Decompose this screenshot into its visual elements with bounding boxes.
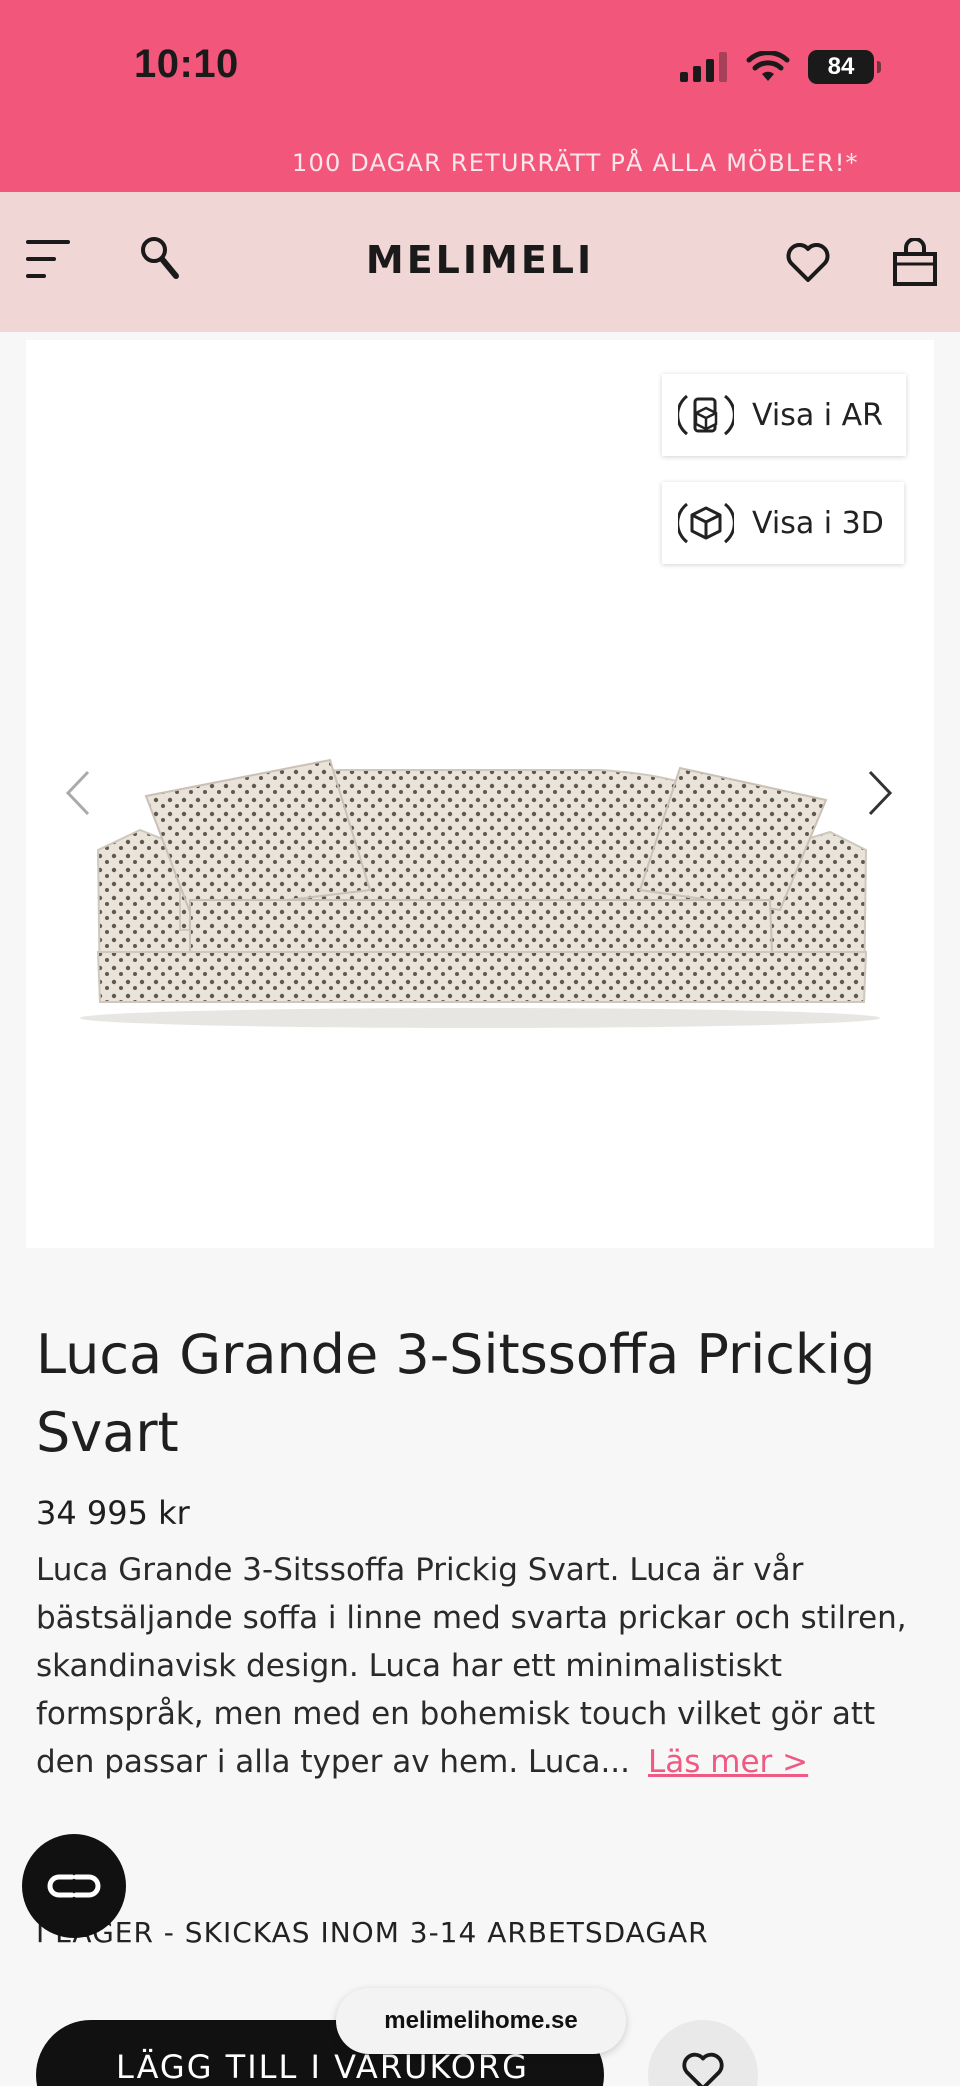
signal-icon bbox=[680, 52, 727, 82]
product-title: Luca Grande 3-Sitssoffa Prickig Svart bbox=[36, 1323, 876, 1464]
wifi-icon bbox=[746, 51, 790, 81]
browser-url-pill[interactable]: melimelihome.se bbox=[336, 1988, 626, 2054]
add-to-wishlist-button[interactable] bbox=[648, 2020, 758, 2086]
cart-button[interactable] bbox=[892, 237, 938, 288]
chevron-left-icon bbox=[65, 770, 90, 816]
promo-text[interactable]: 100 DAGAR RETURRÄTT PÅ ALLA MÖBLER!* bbox=[292, 149, 859, 177]
chevron-right-icon bbox=[868, 770, 893, 816]
sofa-product-image bbox=[80, 758, 880, 1028]
ar-icon bbox=[678, 394, 734, 436]
battery-indicator: 84 bbox=[808, 50, 881, 84]
view-in-3d-button[interactable]: Visa i 3D bbox=[662, 482, 904, 564]
status-time: 10:10 bbox=[134, 42, 239, 86]
product-description: Luca Grande 3-Sitssoffa Prickig Svart. L… bbox=[36, 1546, 926, 1786]
view-in-3d-label: Visa i 3D bbox=[752, 505, 884, 541]
wishlist-button[interactable] bbox=[784, 238, 832, 286]
read-more-link[interactable]: Läs mer > bbox=[648, 1744, 808, 1780]
floating-ar-button[interactable] bbox=[22, 1834, 126, 1938]
heart-icon bbox=[682, 2052, 724, 2086]
shopping-bag-icon bbox=[893, 237, 937, 286]
status-icons: 84 bbox=[680, 50, 881, 84]
view-in-ar-button[interactable]: Visa i AR bbox=[662, 374, 906, 456]
gallery-prev-button[interactable] bbox=[60, 768, 96, 818]
3d-cube-icon bbox=[678, 502, 734, 544]
view-in-ar-label: Visa i AR bbox=[752, 397, 883, 433]
heart-icon bbox=[786, 243, 830, 282]
gallery-next-button[interactable] bbox=[862, 768, 898, 818]
product-price: 34 995 kr bbox=[36, 1494, 190, 1532]
stock-status: I LAGER - SKICKAS INOM 3-14 ARBETSDAGAR bbox=[36, 1916, 709, 1949]
ar-glasses-icon bbox=[47, 1874, 101, 1898]
